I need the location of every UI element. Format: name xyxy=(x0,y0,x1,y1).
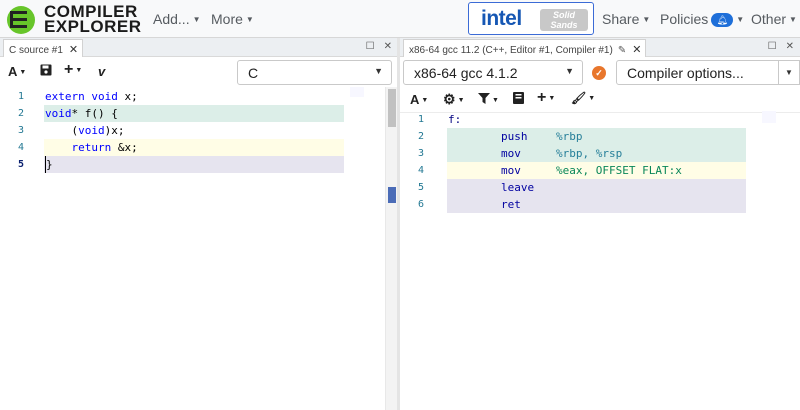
scroll-marker xyxy=(388,187,396,203)
chevron-down-icon[interactable]: ▼ xyxy=(778,60,799,85)
close-icon[interactable]: ✕ xyxy=(786,41,794,52)
compiler-options-placeholder: Compiler options... xyxy=(627,65,744,81)
settings-icon[interactable]: ⚙ ▼ xyxy=(443,91,465,108)
policies-menu[interactable]: Policies 🔔︎ ▼ xyxy=(660,11,744,27)
compiler-explorer-logo[interactable]: COMPILER EXPLORER xyxy=(6,2,141,36)
asm-line: 5 leave xyxy=(417,181,535,194)
add-icon[interactable]: + ▼ xyxy=(537,89,555,107)
asm-line: 1 f: xyxy=(417,113,462,126)
chevron-down-icon: ▼ xyxy=(642,15,651,24)
code-line: 5 } xyxy=(17,156,53,173)
maximize-icon[interactable]: ☐ xyxy=(768,41,777,52)
compiler-toolbar: x86-64 gcc 4.1.2 ▼ ✓ Compiler options... … xyxy=(400,57,800,87)
minimap[interactable] xyxy=(762,111,776,123)
tab-strip: C source #1 ✕ ☐ ✕ xyxy=(0,38,398,57)
asm-line: 3 mov %rbp, %rsp xyxy=(417,147,623,160)
asm-line: 2 push %rbp xyxy=(417,130,583,143)
maximize-icon[interactable]: ☐ xyxy=(366,41,375,52)
scrollbar-thumb[interactable] xyxy=(388,89,396,127)
sponsor-banner[interactable]: intel Solid Sands xyxy=(468,2,594,35)
chevron-down-icon: ▼ xyxy=(565,66,574,76)
compiler-select[interactable]: x86-64 gcc 4.1.2 ▼ xyxy=(403,60,583,85)
language-value: C xyxy=(248,65,259,81)
chevron-down-icon: ▼ xyxy=(374,66,383,76)
code-line: 3 (void)x; xyxy=(17,124,125,137)
share-menu[interactable]: Share ▼ xyxy=(602,11,650,27)
compiler-pane: x86-64 gcc 11.2 (C++, Editor #1, Compile… xyxy=(400,38,800,410)
tab-strip: x86-64 gcc 11.2 (C++, Editor #1, Compile… xyxy=(400,38,800,57)
asm-line: 6 ret xyxy=(417,198,521,211)
policies-menu-label: Policies xyxy=(660,11,709,27)
vertical-scrollbar[interactable] xyxy=(385,87,397,410)
vim-icon[interactable]: v xyxy=(98,64,105,79)
bell-icon: 🔔︎ xyxy=(711,13,734,27)
save-icon[interactable] xyxy=(40,64,52,79)
add-menu[interactable]: Add... ▼ xyxy=(153,11,201,27)
source-editor-pane: C source #1 ✕ ☐ ✕ A ▼ + ▼ v C ▼ 1 extern void… xyxy=(0,38,398,410)
solid-sands-logo: Solid Sands xyxy=(540,9,588,31)
other-menu[interactable]: Other ▼ xyxy=(751,11,797,27)
code-line: 4 return &x; xyxy=(17,141,138,154)
language-select[interactable]: C ▼ xyxy=(237,60,392,85)
font-size-icon[interactable]: A ▼ xyxy=(410,92,428,107)
other-menu-label: Other xyxy=(751,11,787,27)
logo-icon xyxy=(7,6,35,34)
asm-line: 4 mov %eax, OFFSET FLAT:x xyxy=(417,164,682,177)
top-navbar: COMPILER EXPLORER Add... ▼ More ▼ intel So… xyxy=(0,0,800,38)
compiler-value: x86-64 gcc 4.1.2 xyxy=(414,65,518,81)
chevron-down-icon: ▼ xyxy=(245,15,254,24)
assembly-output[interactable]: 1 f: 2 push %rbp 3 mov %rbp, %rsp 4 mov … xyxy=(400,111,800,410)
tab-compiler[interactable]: x86-64 gcc 11.2 (C++, Editor #1, Compile… xyxy=(403,39,647,57)
close-icon[interactable]: ✕ xyxy=(69,44,78,56)
font-size-icon[interactable]: A ▼ xyxy=(8,64,26,79)
filter-icon[interactable]: ▼ xyxy=(478,92,499,107)
code-editor[interactable]: 1 extern void x; 2 void* f() { 3 (void)x… xyxy=(0,87,398,410)
more-menu[interactable]: More ▼ xyxy=(211,11,254,27)
tab-title: x86-64 gcc 11.2 (C++, Editor #1, Compile… xyxy=(409,45,613,56)
compiler-options-input[interactable]: Compiler options... xyxy=(616,60,800,85)
code-line: 1 extern void x; xyxy=(17,90,138,103)
chevron-down-icon: ▼ xyxy=(192,15,201,24)
chevron-down-icon: ▼ xyxy=(736,15,745,24)
intel-logo: intel xyxy=(481,7,522,30)
code-line: 2 void* f() { xyxy=(17,107,118,120)
output-toolbar: A ▼ ⚙ ▼ ▼ + ▼ 🖌︎ ▼ xyxy=(400,87,800,113)
pencil-icon[interactable]: ✎ xyxy=(618,45,626,56)
editor-toolbar: A ▼ + ▼ v C ▼ xyxy=(0,57,398,87)
tab-title: C source #1 xyxy=(9,45,63,56)
more-menu-label: More xyxy=(211,11,243,27)
chevron-down-icon: ▼ xyxy=(789,15,797,24)
share-menu-label: Share xyxy=(602,11,640,27)
brush-icon[interactable]: 🖌︎ ▼ xyxy=(571,91,595,105)
add-icon[interactable]: + ▼ xyxy=(64,61,82,79)
close-icon[interactable]: ✕ xyxy=(632,44,641,56)
close-icon[interactable]: ✕ xyxy=(384,41,392,52)
book-icon[interactable] xyxy=(513,92,524,107)
check-icon: ✓ xyxy=(592,66,606,80)
minimap[interactable] xyxy=(350,87,364,97)
logo-text-line2: EXPLORER xyxy=(44,17,142,36)
tab-c-source[interactable]: C source #1 ✕ xyxy=(3,39,84,57)
add-menu-label: Add... xyxy=(153,11,190,27)
